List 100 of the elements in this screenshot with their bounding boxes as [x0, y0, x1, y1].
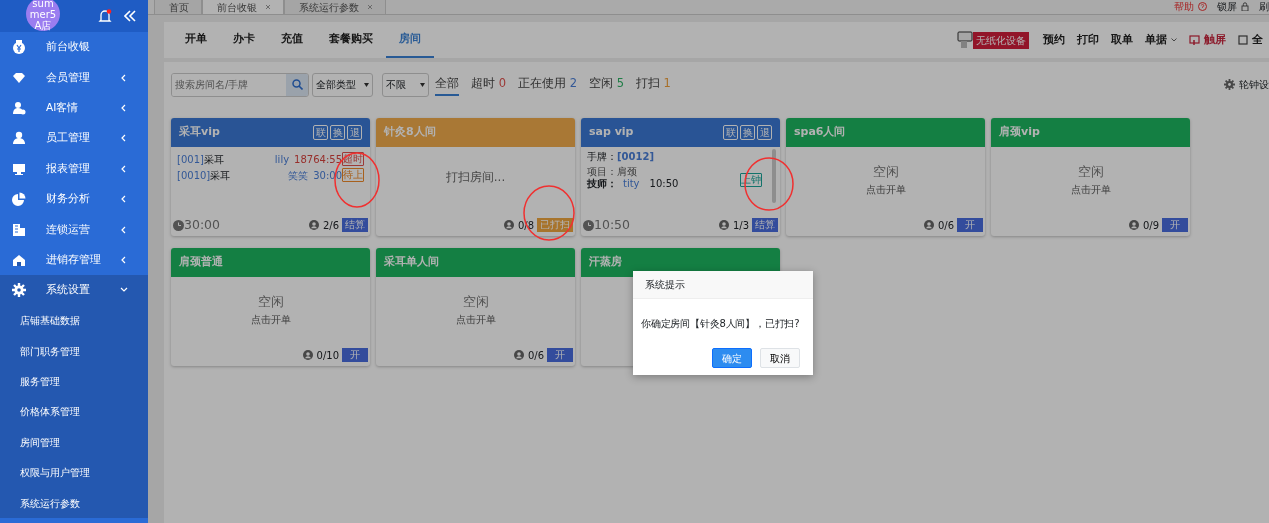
- chevron-left-icon: [120, 103, 128, 112]
- person-icon: [302, 350, 313, 360]
- select-field[interactable]: 不限: [382, 72, 429, 97]
- room-name: 采耳单人间: [384, 254, 439, 271]
- bell-icon[interactable]: [98, 9, 112, 23]
- person-icon: [12, 131, 26, 146]
- close-icon[interactable]: [265, 4, 271, 10]
- caret-icon: [420, 82, 425, 87]
- rotation-settings-link[interactable]: 轮钟设: [1224, 77, 1269, 92]
- room-action-button[interactable]: 换: [740, 125, 755, 140]
- elapsed-timer: 30:00: [173, 215, 221, 235]
- sidebar-item[interactable]: 系统设置: [0, 275, 148, 306]
- room-action-button[interactable]: 退: [757, 125, 772, 140]
- occupancy-count: 2/6: [308, 217, 339, 233]
- room-name: spa6人间: [794, 124, 846, 141]
- open-order-hint[interactable]: 点击开单: [455, 311, 496, 327]
- service-time: 10:50: [649, 178, 679, 190]
- sidebar-item[interactable]: 会员管理: [0, 62, 148, 93]
- room-action-button[interactable]: 结算: [752, 218, 778, 232]
- toolbar-action[interactable]: 触屏: [1183, 32, 1232, 48]
- sidebar-item[interactable]: 财务分析: [0, 183, 148, 215]
- toolbar-action[interactable]: 单据: [1139, 32, 1183, 48]
- page-tab[interactable]: 前台收银: [202, 0, 284, 14]
- caret-icon: [1171, 38, 1177, 42]
- room-action-button[interactable]: 退: [347, 125, 362, 140]
- gear-icon: [1224, 79, 1235, 90]
- room-action-button[interactable]: 开: [957, 218, 983, 232]
- diamond-icon: [12, 70, 26, 85]
- toolbar-action[interactable]: 全: [1232, 32, 1269, 48]
- search-field[interactable]: 搜索房间名/手牌: [171, 72, 309, 97]
- occupancy-count: 0/10: [302, 347, 339, 363]
- select-field[interactable]: 全部类型: [312, 72, 373, 97]
- nav-tab[interactable]: 开单: [172, 22, 220, 58]
- money-bag-icon: [12, 40, 26, 55]
- status-filter-tab[interactable]: 空闲 5: [588, 72, 624, 97]
- status-filter-tab[interactable]: 正在使用 2: [518, 72, 577, 97]
- chevron-left-icon: [120, 134, 128, 143]
- sidebar-subitem[interactable]: 店铺基础数据: [0, 305, 148, 336]
- touch-screen-icon: [1189, 34, 1200, 46]
- room-action-button[interactable]: 联: [723, 125, 738, 140]
- cancel-button[interactable]: 取消: [760, 348, 800, 368]
- sidebar-subitem[interactable]: 价格体系管理: [0, 396, 148, 428]
- nav-tab[interactable]: 房间: [386, 22, 434, 58]
- room-card[interactable]: 采耳单人间 空闲 点击开单 0/6 开: [376, 248, 575, 366]
- sidebar-item[interactable]: 员工管理: [0, 123, 148, 154]
- room-action-button[interactable]: 开: [342, 348, 368, 362]
- open-order-hint[interactable]: 点击开单: [1070, 181, 1111, 197]
- open-order-hint[interactable]: 点击开单: [865, 181, 906, 197]
- sidebar-subitem[interactable]: 房间管理: [0, 427, 148, 458]
- top-link[interactable]: 帮助: [1174, 0, 1207, 14]
- sidebar-item[interactable]: 连锁运营: [0, 214, 148, 245]
- room-action-button[interactable]: 结算: [342, 218, 368, 232]
- confirm-button[interactable]: 确定: [712, 348, 752, 368]
- service-name: 采耳: [203, 152, 224, 167]
- sidebar-item[interactable]: 报表管理: [0, 153, 148, 184]
- help-icon: [1198, 2, 1207, 11]
- room-action-button[interactable]: 换: [330, 125, 345, 140]
- sidebar-subitem[interactable]: 部门职务管理: [0, 335, 148, 367]
- sidebar-subitem[interactable]: 权限与用户管理: [0, 457, 148, 488]
- lock-icon: [1241, 2, 1249, 11]
- sidebar-item[interactable]: AI客情: [0, 92, 148, 124]
- page-tab[interactable]: 首页: [154, 0, 202, 14]
- top-link[interactable]: 刷: [1259, 0, 1269, 14]
- room-card[interactable]: 肩颈普通 空闲 点击开单 0/10 开: [171, 248, 370, 366]
- occupancy-count: 1/3: [718, 217, 749, 233]
- person-icon: [718, 220, 729, 230]
- nav-tab[interactable]: 套餐购买: [316, 22, 386, 58]
- top-link[interactable]: 锁屏: [1217, 0, 1249, 14]
- status-filter-tab[interactable]: 打扫 1: [635, 72, 671, 97]
- nav-tab[interactable]: 办卡: [220, 22, 268, 58]
- room-action-button[interactable]: 开: [547, 348, 573, 362]
- technician-label: 技师：: [587, 178, 617, 190]
- order-code[interactable]: [001]: [177, 151, 204, 167]
- room-status: 空闲: [462, 293, 489, 311]
- search-button[interactable]: [286, 73, 308, 96]
- status-filter-tab[interactable]: 超时 0: [471, 72, 506, 97]
- toolbar-action[interactable]: 取单: [1105, 32, 1139, 48]
- scrollbar[interactable]: [772, 149, 776, 203]
- chevron-left-icon: [120, 255, 128, 264]
- close-icon[interactable]: [367, 4, 373, 10]
- page-tab[interactable]: 系统运行参数: [284, 0, 386, 14]
- sidebar-item[interactable]: 进销存管理: [0, 244, 148, 276]
- open-order-hint[interactable]: 点击开单: [250, 311, 291, 327]
- order-code[interactable]: [0010]: [177, 167, 211, 183]
- nav-tab[interactable]: 充值: [268, 22, 316, 58]
- sidebar-subitem[interactable]: 服务管理: [0, 366, 148, 397]
- sidebar-subitem[interactable]: 系统运行参数: [0, 487, 148, 519]
- gear-icon: [12, 283, 26, 298]
- room-card[interactable]: spa6人间 空闲 点击开单 0/6 开: [786, 118, 985, 236]
- sidebar-item[interactable]: 前台收银: [0, 32, 148, 63]
- room-action-button[interactable]: 联: [313, 125, 328, 140]
- chevron-left-icon: [120, 164, 128, 173]
- toolbar-action[interactable]: 预约: [1037, 32, 1071, 48]
- status-filter-tab[interactable]: 全部: [435, 72, 459, 97]
- hand-tag-number[interactable]: [0012]: [617, 151, 654, 163]
- room-action-button[interactable]: 开: [1162, 218, 1188, 232]
- hand-tag-label: 手牌：: [587, 151, 617, 163]
- toolbar-action[interactable]: 打印: [1071, 32, 1105, 48]
- room-card[interactable]: 肩颈vip 空闲 点击开单 0/9 开: [991, 118, 1190, 236]
- collapse-icon[interactable]: [124, 10, 136, 22]
